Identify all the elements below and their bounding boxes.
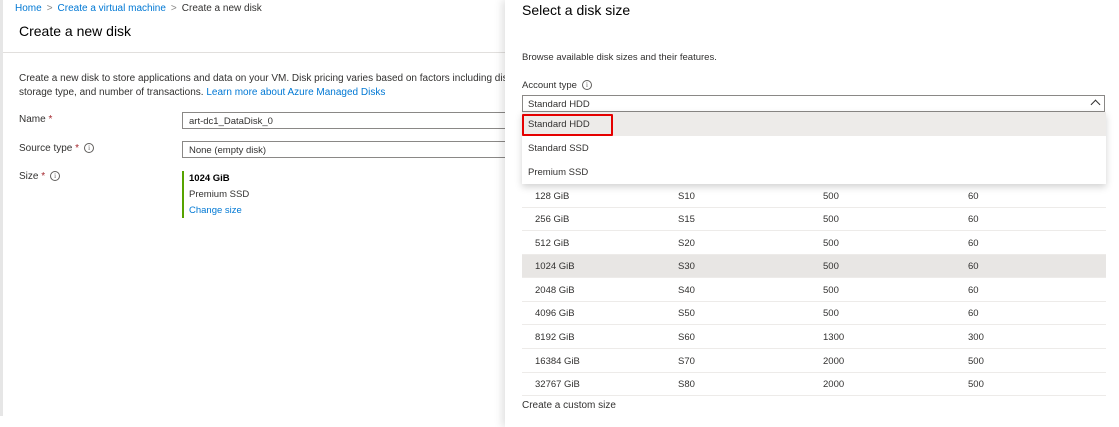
tier-cell: S15 xyxy=(678,214,695,225)
table-row[interactable]: 32767 GiB S80 2000 500 xyxy=(522,373,1106,396)
breadcrumb-current: Create a new disk xyxy=(181,3,262,14)
tier-cell: S70 xyxy=(678,356,695,367)
tier-cell: S50 xyxy=(678,308,695,319)
source-type-select[interactable]: None (empty disk) xyxy=(182,141,505,158)
throughput-cell: 60 xyxy=(968,261,979,272)
throughput-cell: 60 xyxy=(968,308,979,319)
throughput-cell: 60 xyxy=(968,214,979,225)
name-label-text: Name xyxy=(19,114,46,125)
option-label: Premium SSD xyxy=(528,167,589,178)
highlight-box xyxy=(522,114,613,136)
tier-cell: S30 xyxy=(678,261,695,272)
size-summary: 1024 GiB Premium SSD Change size xyxy=(182,171,249,218)
iops-cell: 500 xyxy=(823,238,839,249)
blade-description: Browse available disk sizes and their fe… xyxy=(522,52,717,63)
throughput-cell: 500 xyxy=(968,379,984,390)
account-type-value: Standard HDD xyxy=(528,99,590,110)
throughput-cell: 300 xyxy=(968,332,984,343)
required-marker: * xyxy=(41,171,46,182)
table-row[interactable]: 2048 GiB S40 500 60 xyxy=(522,279,1106,302)
tier-cell: S10 xyxy=(678,191,695,202)
size-label: Size * i xyxy=(19,171,61,182)
breadcrumb-home[interactable]: Home xyxy=(15,3,42,14)
chevron-right-icon: > xyxy=(46,3,53,14)
info-icon[interactable]: i xyxy=(84,143,95,154)
account-type-label-text: Account type xyxy=(522,80,577,91)
table-row[interactable]: 16384 GiB S70 2000 500 xyxy=(522,350,1106,373)
table-row[interactable]: 4096 GiB S50 500 60 xyxy=(522,302,1106,325)
throughput-cell: 60 xyxy=(968,285,979,296)
required-marker: * xyxy=(75,143,80,154)
option-standard-ssd[interactable]: Standard SSD xyxy=(522,136,1106,160)
iops-cell: 1300 xyxy=(823,332,845,343)
size-cell: 8192 GiB xyxy=(535,332,575,343)
breadcrumb: Home > Create a virtual machine > Create a n… xyxy=(15,3,262,14)
chevron-up-icon xyxy=(1090,99,1101,110)
option-premium-ssd[interactable]: Premium SSD xyxy=(522,160,1106,184)
required-marker: * xyxy=(48,114,53,125)
iops-cell: 500 xyxy=(823,214,839,225)
blade-edge xyxy=(0,0,3,416)
size-type: Premium SSD xyxy=(189,189,250,200)
info-icon[interactable]: i xyxy=(50,171,61,182)
blade-title: Select a disk size xyxy=(522,2,631,18)
throughput-cell: 60 xyxy=(968,238,979,249)
tier-cell: S40 xyxy=(678,285,695,296)
account-type-dropdown: Standard HDD Standard SSD Premium SSD xyxy=(522,112,1106,184)
size-cell: 128 GiB xyxy=(535,191,570,202)
create-custom-size-link[interactable]: Create a custom size xyxy=(522,400,616,411)
divider xyxy=(3,52,505,53)
iops-cell: 2000 xyxy=(823,356,845,367)
iops-cell: 500 xyxy=(823,308,839,319)
size-cell: 256 GiB xyxy=(535,214,570,225)
size-cell: 4096 GiB xyxy=(535,308,575,319)
table-row[interactable]: 8192 GiB S60 1300 300 xyxy=(522,326,1106,349)
table-row[interactable]: 256 GiB S15 500 60 xyxy=(522,208,1106,231)
iops-cell: 500 xyxy=(823,191,839,202)
account-type-select[interactable]: Standard HDD xyxy=(522,95,1105,112)
table-row[interactable]: 128 GiB S10 500 60 xyxy=(522,185,1106,208)
size-value: 1024 GiB xyxy=(189,173,230,184)
learn-more-link[interactable]: Learn more about Azure Managed Disks xyxy=(206,87,385,98)
info-icon[interactable]: i xyxy=(581,80,592,91)
size-cell: 2048 GiB xyxy=(535,285,575,296)
source-type-label: Source type * i xyxy=(19,143,95,154)
iops-cell: 2000 xyxy=(823,379,845,390)
breadcrumb-create-vm[interactable]: Create a virtual machine xyxy=(58,3,166,14)
iops-cell: 500 xyxy=(823,261,839,272)
select-disk-size-blade: Select a disk size Browse available disk… xyxy=(505,0,1119,427)
name-input[interactable]: art-dc1_DataDisk_0 xyxy=(182,112,505,129)
tier-cell: S80 xyxy=(678,379,695,390)
name-label: Name * xyxy=(19,114,52,125)
throughput-cell: 500 xyxy=(968,356,984,367)
create-disk-blade: Home > Create a virtual machine > Create a n… xyxy=(0,0,505,427)
size-cell: 32767 GiB xyxy=(535,379,580,390)
table-row-selected[interactable]: 1024 GiB S30 500 60 xyxy=(522,255,1106,278)
tier-cell: S60 xyxy=(678,332,695,343)
change-size-link[interactable]: Change size xyxy=(189,203,249,219)
chevron-right-icon: > xyxy=(170,3,177,14)
source-type-label-text: Source type xyxy=(19,143,73,154)
table-row[interactable]: 512 GiB S20 500 60 xyxy=(522,232,1106,255)
option-label: Standard SSD xyxy=(528,143,589,154)
size-cell: 1024 GiB xyxy=(535,261,575,272)
throughput-cell: 60 xyxy=(968,191,979,202)
account-type-label: Account type i xyxy=(522,80,592,91)
tier-cell: S20 xyxy=(678,238,695,249)
size-label-text: Size xyxy=(19,171,39,182)
page-title: Create a new disk xyxy=(19,23,132,39)
size-cell: 512 GiB xyxy=(535,238,570,249)
page-description: Create a new disk to store applications … xyxy=(19,72,505,100)
iops-cell: 500 xyxy=(823,285,839,296)
size-cell: 16384 GiB xyxy=(535,356,580,367)
